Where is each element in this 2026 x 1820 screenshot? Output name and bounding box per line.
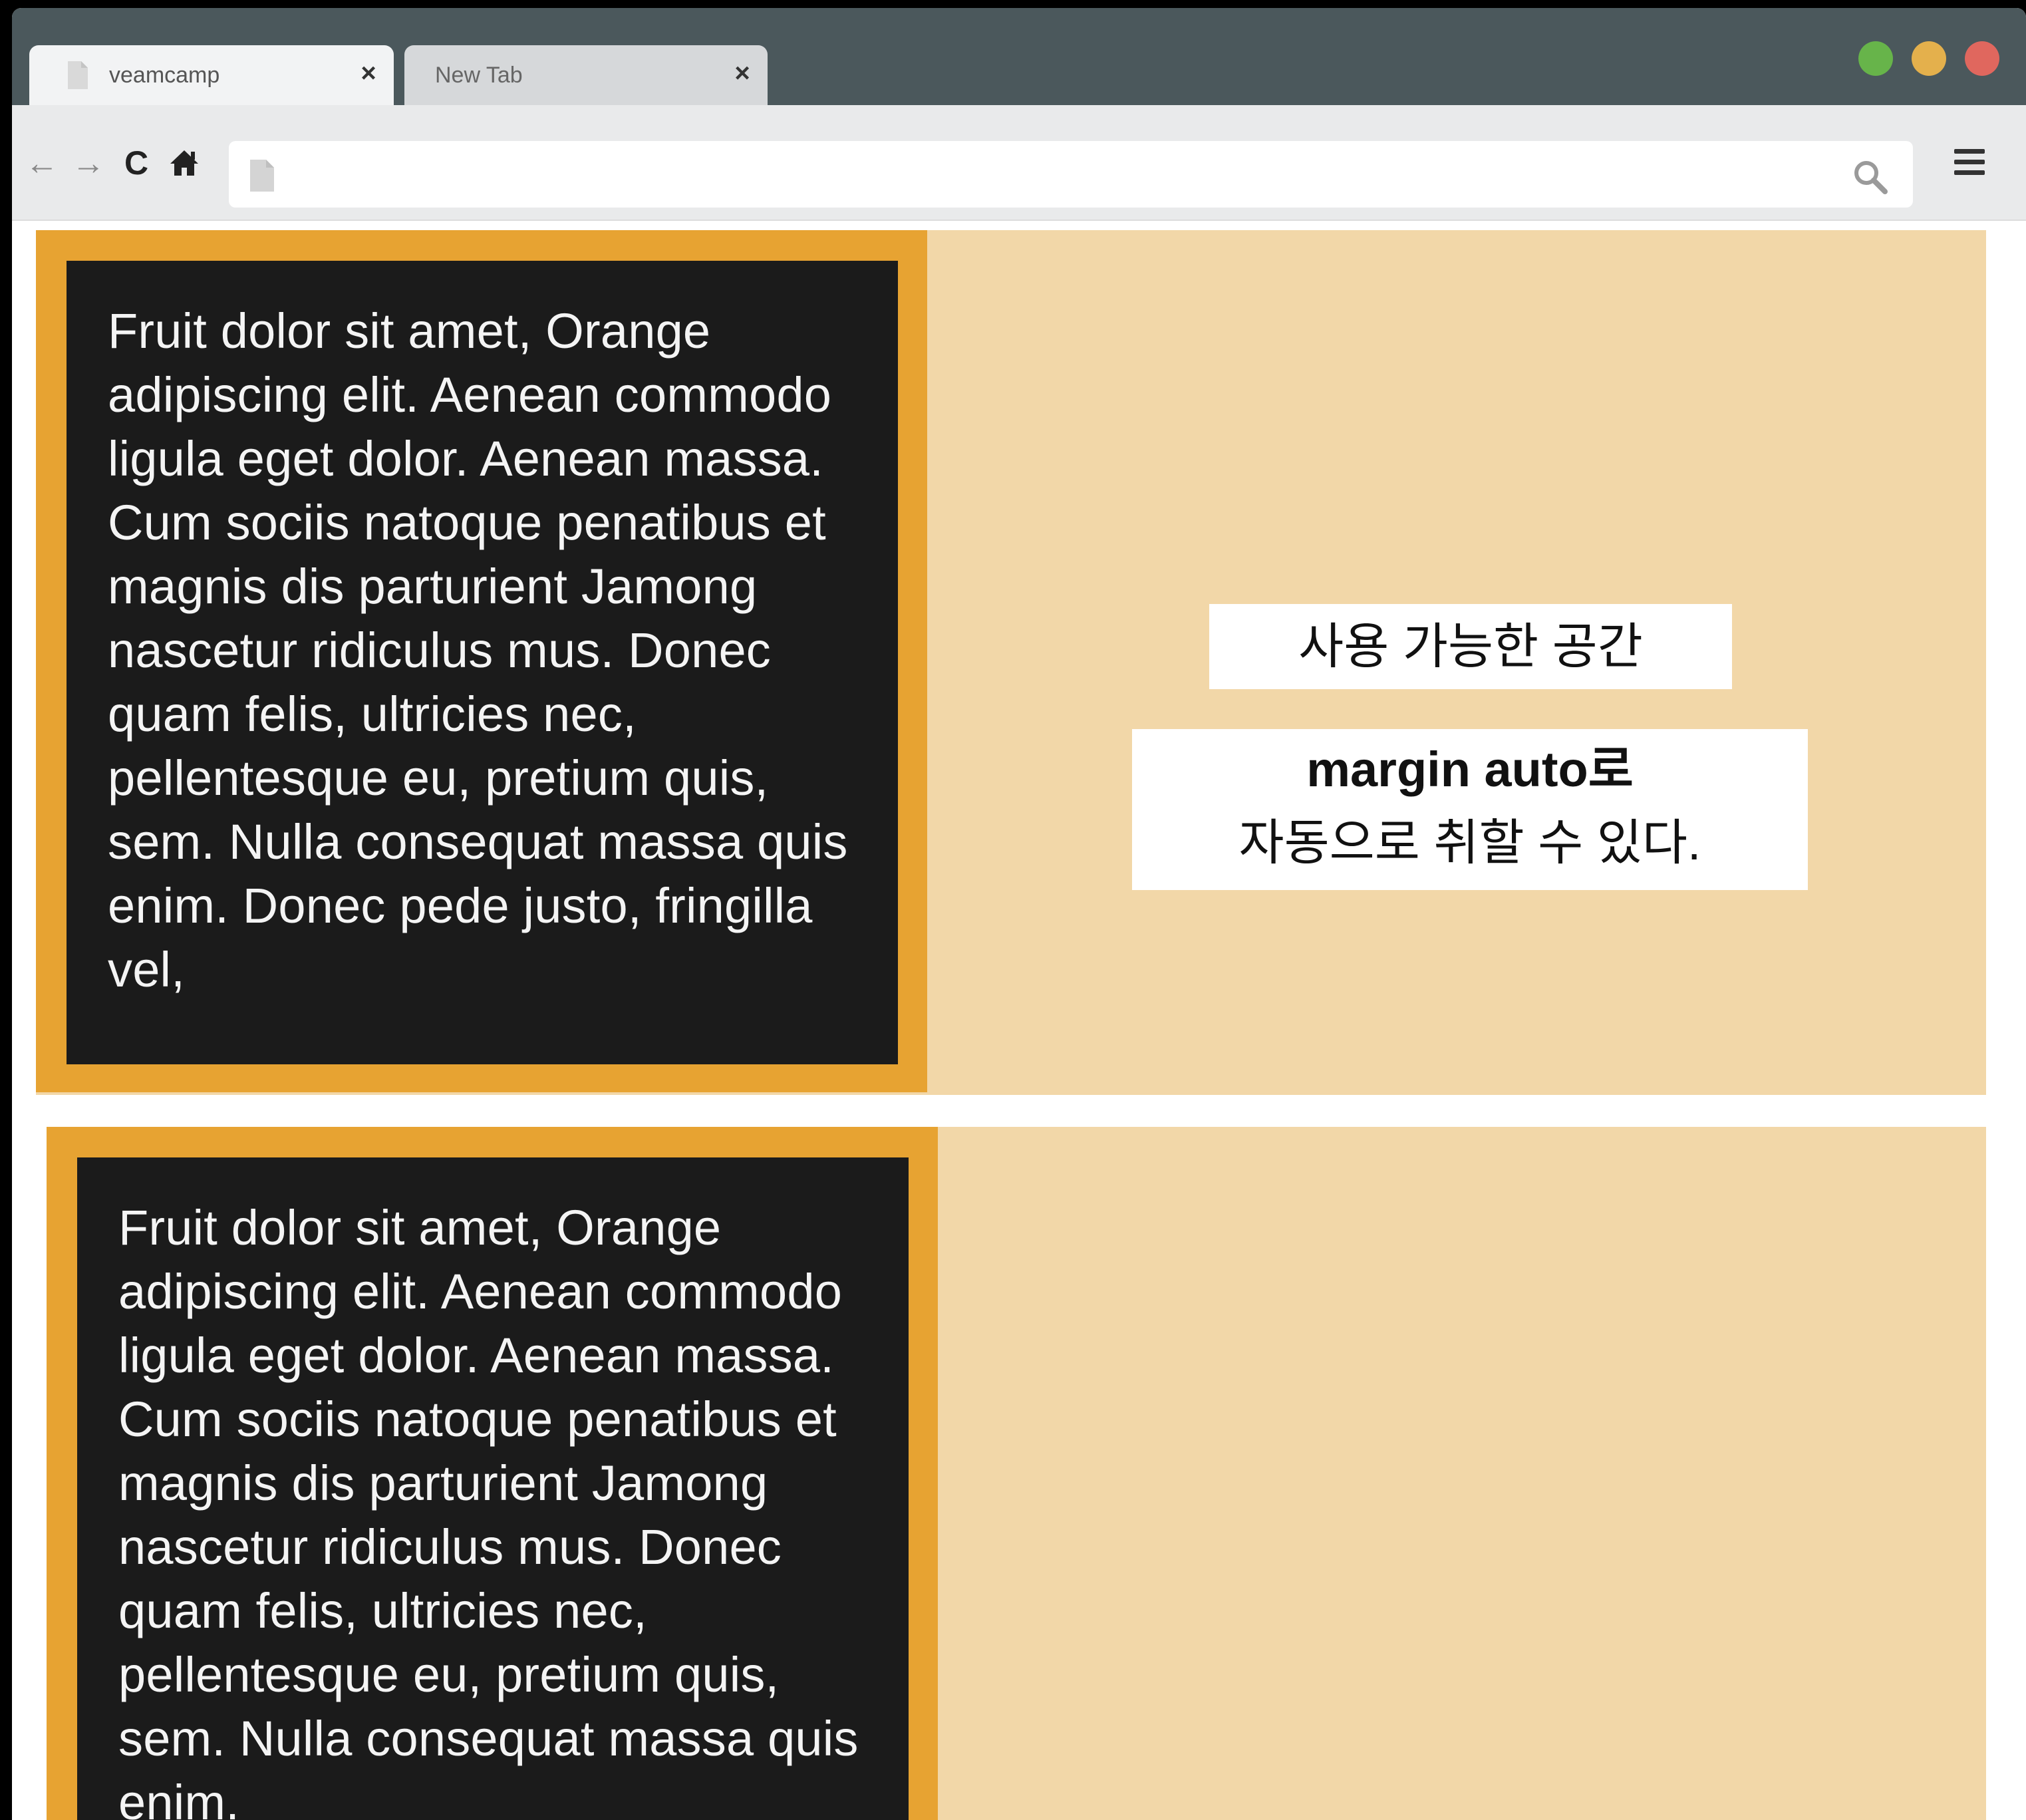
margin-auto-line1: margin auto로: [1306, 742, 1634, 797]
text-box: Fruit dolor sit amet, Orange adipiscing …: [67, 261, 898, 1064]
layout-row: Fruit dolor sit amet, Orange adipiscing …: [47, 1127, 1986, 1820]
body-text: Fruit dolor sit amet, Orange adipiscing …: [108, 303, 848, 997]
document-icon: [250, 160, 274, 192]
tab-new-tab[interactable]: New Tab ×: [404, 45, 768, 105]
orange-column: Fruit dolor sit amet, Orange adipiscing …: [47, 1127, 938, 1820]
close-icon[interactable]: ×: [355, 60, 382, 86]
address-bar[interactable]: [229, 141, 1913, 208]
close-icon[interactable]: ×: [729, 60, 756, 86]
margin-auto-label: margin auto로 자동으로 취할 수 있다.: [1132, 729, 1808, 890]
maximize-button[interactable]: [1858, 41, 1893, 76]
text-box: Fruit dolor sit amet, Orange adipiscing …: [77, 1157, 909, 1820]
home-icon[interactable]: [166, 145, 202, 181]
tab-title: New Tab: [435, 63, 523, 88]
layout-row: Fruit dolor sit amet, Orange adipiscing …: [36, 230, 1986, 1095]
page-content: Fruit dolor sit amet, Orange adipiscing …: [12, 221, 2026, 1820]
search-icon[interactable]: [1852, 158, 1889, 196]
orange-column: Fruit dolor sit amet, Orange adipiscing …: [36, 230, 927, 1092]
hamburger-icon[interactable]: [1954, 149, 1985, 176]
address-input[interactable]: [295, 153, 1828, 197]
minimize-button[interactable]: [1912, 41, 1946, 76]
tab-veamcamp[interactable]: veamcamp ×: [29, 45, 394, 105]
browser-window: veamcamp × New Tab × ← → C Fruit dolor s…: [12, 8, 2026, 1820]
margin-auto-line2: 자동으로 취할 수 있다.: [1238, 815, 1701, 870]
close-window-button[interactable]: [1965, 41, 1999, 76]
back-arrow-icon[interactable]: ←: [24, 145, 60, 181]
available-space-label: 사용 가능한 공간: [1209, 604, 1732, 689]
body-text: Fruit dolor sit amet, Orange adipiscing …: [118, 1200, 859, 1820]
tab-title: veamcamp: [109, 63, 220, 88]
title-bar: veamcamp × New Tab ×: [12, 8, 2026, 105]
document-icon: [68, 61, 88, 89]
browser-toolbar: ← → C: [12, 105, 2026, 221]
reload-icon[interactable]: C: [118, 145, 154, 181]
forward-arrow-icon[interactable]: →: [71, 145, 106, 181]
